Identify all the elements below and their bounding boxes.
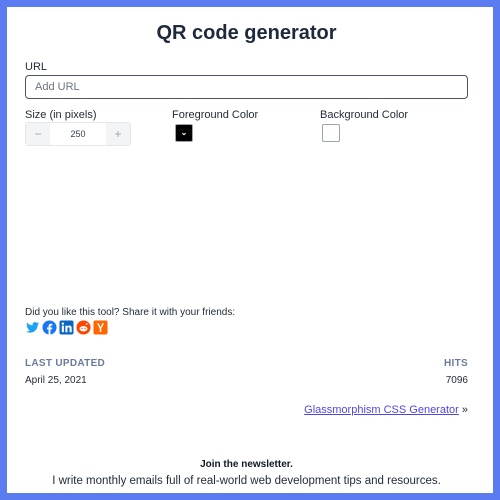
hits-label: HITS — [444, 358, 468, 369]
foreground-color-picker[interactable]: ⌄ — [175, 124, 193, 142]
url-label: URL — [25, 61, 48, 73]
size-value[interactable]: 250 — [50, 123, 106, 145]
linkedin-icon[interactable] — [59, 320, 74, 335]
reddit-icon[interactable] — [76, 320, 91, 335]
next-tool-nav: Glassmorphism CSS Generator » — [304, 404, 468, 416]
url-input[interactable] — [25, 75, 468, 99]
size-label: Size (in pixels) — [25, 109, 97, 121]
newsletter-title: Join the newsletter. — [200, 459, 293, 470]
page-title: QR code generator — [156, 22, 337, 44]
hacker-news-icon[interactable] — [93, 320, 108, 335]
increment-button[interactable]: + — [106, 123, 130, 145]
next-tool-link[interactable]: Glassmorphism CSS Generator — [304, 404, 459, 416]
last-updated-value: April 25, 2021 — [25, 375, 87, 386]
share-prompt: Did you like this tool? Share it with yo… — [25, 307, 236, 318]
facebook-icon[interactable] — [42, 320, 57, 335]
background-color-label: Background Color — [320, 109, 409, 121]
newsletter-description: I write monthly emails full of real-worl… — [52, 475, 441, 487]
hits-value: 7096 — [445, 375, 468, 386]
chevron-down-icon: ⌄ — [180, 128, 188, 137]
last-updated-label: LAST UPDATED — [25, 358, 106, 369]
twitter-icon[interactable] — [25, 320, 40, 335]
size-stepper[interactable]: − 250 + — [25, 122, 131, 146]
share-icons — [25, 320, 108, 335]
background-color-picker[interactable] — [322, 124, 340, 142]
decrement-button[interactable]: − — [26, 123, 50, 145]
double-chevron-right-icon: » — [461, 404, 468, 416]
foreground-color-label: Foreground Color — [172, 109, 259, 121]
